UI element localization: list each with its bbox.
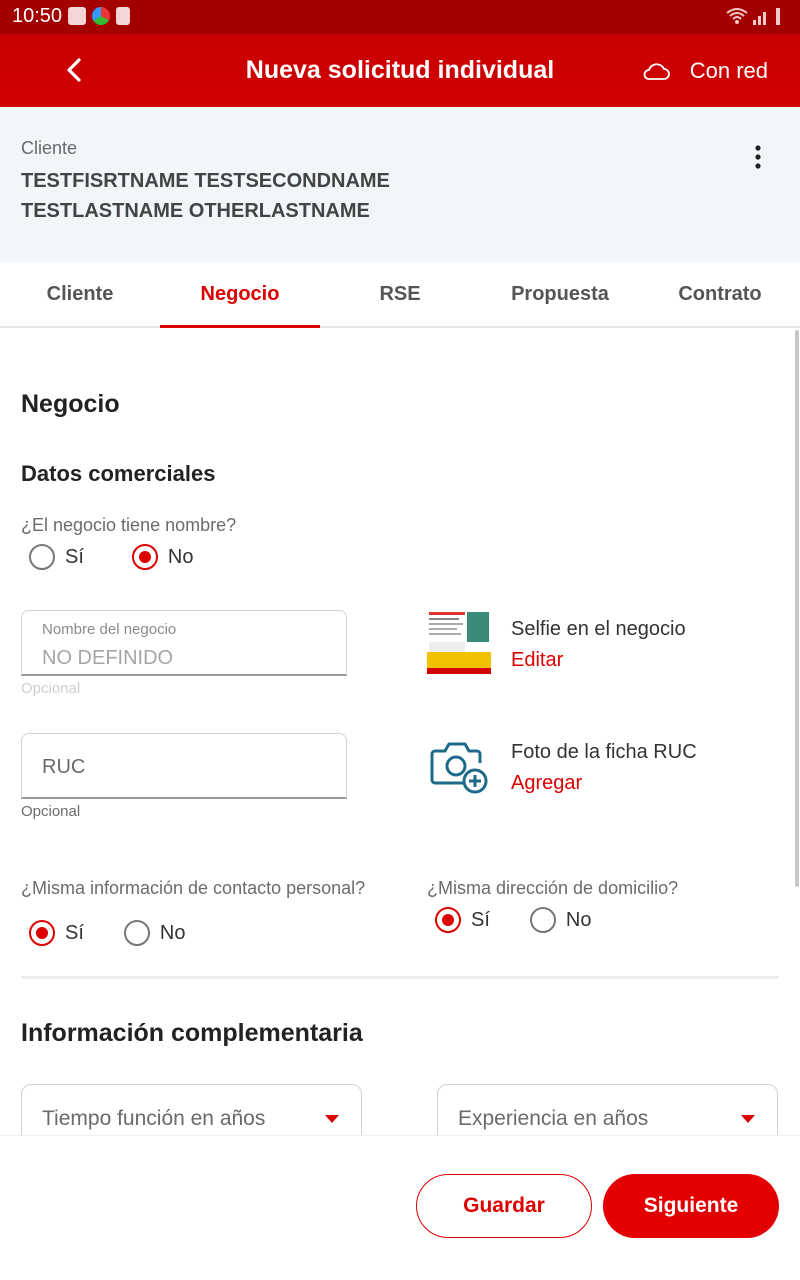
section-subtitle: Datos comerciales	[21, 461, 216, 486]
complementary-title: Información complementaria	[21, 1019, 363, 1047]
business-name-helper: Opcional	[21, 680, 81, 697]
business-name-field[interactable]: Nombre del negocio NO DEFINIDO	[21, 610, 347, 676]
tab-cliente[interactable]: Cliente	[0, 262, 160, 326]
years-function-placeholder: Tiempo función en años	[42, 1107, 266, 1130]
radio-label: Sí	[65, 545, 84, 568]
tab-bar: Cliente Negocio RSE Propuesta Contrato	[0, 262, 800, 328]
has-name-question: ¿El negocio tiene nombre?	[21, 515, 237, 535]
ruc-placeholder: RUC	[42, 756, 86, 778]
network-status: Con red	[642, 58, 768, 84]
camera-add-icon[interactable]	[427, 733, 491, 797]
section-title: Negocio	[21, 390, 120, 418]
radio-circle	[29, 920, 55, 946]
notification-icons	[68, 7, 130, 25]
browser-notification-icon	[92, 7, 110, 25]
next-button[interactable]: Siguiente	[603, 1174, 779, 1238]
has-name-radio-group: Sí No	[29, 544, 193, 570]
client-label: Cliente	[21, 138, 78, 158]
ruc-field[interactable]: RUC	[21, 733, 347, 799]
same-contact-yes-radio[interactable]: Sí	[29, 920, 84, 946]
radio-label: No	[159, 921, 186, 944]
client-card: Cliente TESTFISRTNAME TESTSECONDNAME TES…	[0, 107, 800, 262]
radio-circle	[29, 544, 55, 570]
radio-label: Sí	[471, 908, 490, 931]
client-name: TESTFISRTNAME TESTSECONDNAME TESTLASTNAM…	[21, 166, 390, 226]
radio-label: No	[565, 908, 592, 931]
signal-icon-2	[776, 8, 780, 25]
divider	[21, 976, 779, 979]
cloud-icon	[643, 63, 670, 80]
ruc-helper: Opcional	[21, 803, 81, 820]
same-address-question: ¿Misma dirección de domicilio?	[427, 878, 679, 898]
dropdown-caret-icon	[741, 1115, 755, 1123]
form-content[interactable]: Negocio Datos comerciales ¿El negocio ti…	[0, 330, 800, 1135]
dropdown-caret-icon	[325, 1115, 339, 1123]
same-contact-question: ¿Misma información de contacto personal?	[21, 878, 366, 898]
tab-contrato[interactable]: Contrato	[640, 262, 800, 326]
selfie-text: Selfie en el negocio Editar	[511, 610, 686, 674]
tab-negocio[interactable]: Negocio	[160, 262, 320, 328]
footer-actions: Guardar Siguiente	[0, 1135, 800, 1280]
save-button[interactable]: Guardar	[416, 1174, 592, 1238]
system-icons	[726, 6, 784, 26]
ruc-photo-item: Foto de la ficha RUC Agregar	[427, 733, 697, 797]
ruc-photo-title: Foto de la ficha RUC	[511, 741, 697, 763]
app-bar: Nueva solicitud individual Con red	[0, 34, 800, 107]
radio-circle	[435, 907, 461, 933]
has-name-no-radio[interactable]: No	[131, 544, 194, 570]
selfie-thumbnail[interactable]	[427, 610, 491, 674]
selfie-title: Selfie en el negocio	[511, 618, 686, 640]
battery-saver-notification-icon	[116, 7, 130, 25]
radio-circle	[123, 920, 150, 946]
wifi-icon	[726, 8, 748, 24]
tab-propuesta[interactable]: Propuesta	[480, 262, 640, 326]
gallery-notification-icon	[68, 7, 86, 25]
experience-placeholder: Experiencia en años	[458, 1107, 649, 1130]
selfie-item: Selfie en el negocio Editar	[427, 610, 686, 674]
same-contact-radio-group: Sí No	[29, 920, 185, 946]
same-address-radio-group: Sí No	[435, 907, 591, 933]
ruc-photo-text: Foto de la ficha RUC Agregar	[511, 733, 697, 797]
client-name-line-2: TESTLASTNAME OTHERLASTNAME	[21, 200, 370, 222]
same-address-no-radio[interactable]: No	[529, 907, 592, 933]
more-options-icon[interactable]	[746, 143, 770, 171]
same-contact-no-radio[interactable]: No	[123, 920, 186, 946]
radio-label: No	[167, 545, 194, 568]
business-name-value: NO DEFINIDO	[42, 647, 174, 669]
radio-circle	[131, 544, 158, 570]
experience-select[interactable]: Experiencia en años	[437, 1084, 778, 1135]
ruc-photo-add-link[interactable]: Agregar	[511, 772, 697, 795]
business-name-label: Nombre del negocio	[42, 621, 177, 638]
client-name-line-1: TESTFISRTNAME TESTSECONDNAME	[21, 170, 390, 192]
network-label: Con red	[689, 58, 768, 83]
radio-circle	[529, 907, 556, 933]
scrollbar[interactable]	[795, 330, 799, 887]
radio-label: Sí	[65, 921, 84, 944]
status-time: 10:50	[12, 5, 63, 27]
tab-rse[interactable]: RSE	[320, 262, 480, 326]
has-name-yes-radio[interactable]: Sí	[29, 544, 84, 570]
status-bar: 10:50	[0, 0, 800, 34]
same-address-yes-radio[interactable]: Sí	[435, 907, 490, 933]
selfie-edit-link[interactable]: Editar	[511, 649, 686, 672]
years-function-select[interactable]: Tiempo función en años	[21, 1084, 362, 1135]
signal-icon	[753, 12, 766, 25]
